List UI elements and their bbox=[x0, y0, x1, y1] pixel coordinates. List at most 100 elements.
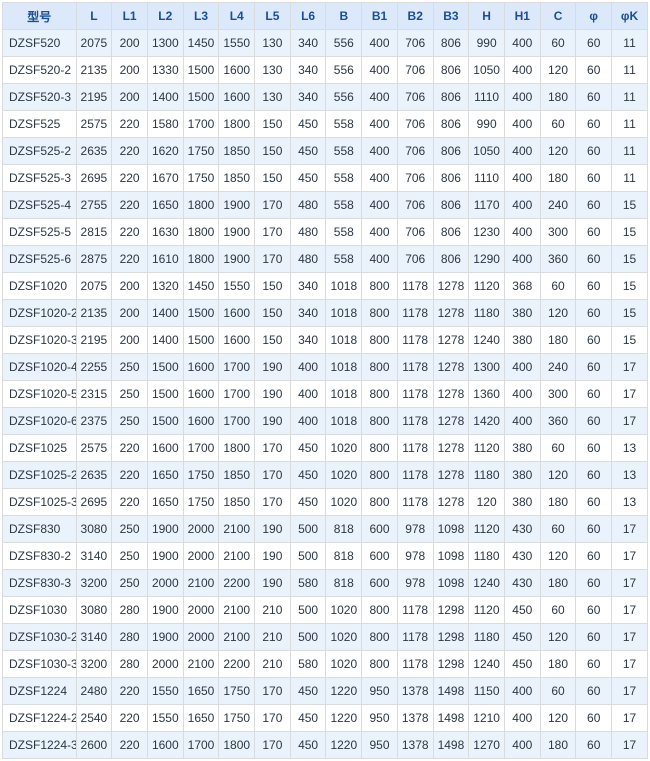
value-cell: 2480 bbox=[76, 678, 112, 705]
value-cell: 220 bbox=[112, 165, 148, 192]
column-header: φ bbox=[576, 3, 612, 30]
value-cell: 1120 bbox=[469, 273, 505, 300]
table-row: DZSF1020-3219520014001500160015034010188… bbox=[3, 327, 648, 354]
value-cell: 120 bbox=[540, 138, 576, 165]
value-cell: 60 bbox=[576, 57, 612, 84]
value-cell: 170 bbox=[255, 462, 291, 489]
table-row: DZSF1030-2314028019002000210021050010208… bbox=[3, 624, 648, 651]
value-cell: 1850 bbox=[219, 165, 255, 192]
value-cell: 1378 bbox=[397, 705, 433, 732]
value-cell: 1620 bbox=[147, 138, 183, 165]
value-cell: 480 bbox=[290, 192, 326, 219]
value-cell: 250 bbox=[112, 543, 148, 570]
value-cell: 1018 bbox=[326, 300, 362, 327]
value-cell: 1180 bbox=[469, 462, 505, 489]
value-cell: 340 bbox=[290, 300, 326, 327]
column-header: B bbox=[326, 3, 362, 30]
table-row: DZSF1030-3320028020002100220021058010208… bbox=[3, 651, 648, 678]
value-cell: 170 bbox=[255, 246, 291, 273]
value-cell: 170 bbox=[255, 489, 291, 516]
value-cell: 15 bbox=[612, 327, 648, 354]
value-cell: 1600 bbox=[183, 354, 219, 381]
value-cell: 1800 bbox=[183, 219, 219, 246]
value-cell: 1850 bbox=[219, 462, 255, 489]
value-cell: 220 bbox=[112, 705, 148, 732]
value-cell: 60 bbox=[576, 381, 612, 408]
model-cell: DZSF525-2 bbox=[3, 138, 77, 165]
value-cell: 580 bbox=[290, 651, 326, 678]
value-cell: 806 bbox=[433, 84, 469, 111]
value-cell: 990 bbox=[469, 30, 505, 57]
value-cell: 706 bbox=[397, 138, 433, 165]
value-cell: 17 bbox=[612, 516, 648, 543]
specifications-table: 型号LL1L2L3L4L5L6BB1B2B3HH1CφφK DZSF520207… bbox=[2, 2, 648, 759]
value-cell: 1278 bbox=[433, 300, 469, 327]
table-row: DZSF1224-2254022015501650175017045012209… bbox=[3, 705, 648, 732]
value-cell: 60 bbox=[576, 327, 612, 354]
table-row: DZSF525-62875220161018001900170480558400… bbox=[3, 246, 648, 273]
value-cell: 1018 bbox=[326, 273, 362, 300]
value-cell: 1018 bbox=[326, 354, 362, 381]
value-cell: 400 bbox=[362, 30, 398, 57]
value-cell: 60 bbox=[540, 273, 576, 300]
value-cell: 1020 bbox=[326, 462, 362, 489]
value-cell: 15 bbox=[612, 219, 648, 246]
value-cell: 1230 bbox=[469, 219, 505, 246]
value-cell: 450 bbox=[290, 111, 326, 138]
value-cell: 800 bbox=[362, 489, 398, 516]
value-cell: 1178 bbox=[397, 300, 433, 327]
value-cell: 17 bbox=[612, 354, 648, 381]
value-cell: 1278 bbox=[433, 327, 469, 354]
value-cell: 1210 bbox=[469, 705, 505, 732]
value-cell: 1500 bbox=[147, 354, 183, 381]
value-cell: 450 bbox=[504, 597, 540, 624]
value-cell: 17 bbox=[612, 651, 648, 678]
model-cell: DZSF1224-2 bbox=[3, 705, 77, 732]
value-cell: 2075 bbox=[76, 273, 112, 300]
value-cell: 800 bbox=[362, 462, 398, 489]
value-cell: 1240 bbox=[469, 327, 505, 354]
value-cell: 210 bbox=[255, 651, 291, 678]
value-cell: 150 bbox=[255, 327, 291, 354]
model-cell: DZSF1020-6 bbox=[3, 408, 77, 435]
value-cell: 430 bbox=[504, 570, 540, 597]
value-cell: 1110 bbox=[469, 84, 505, 111]
value-cell: 2000 bbox=[183, 624, 219, 651]
value-cell: 1900 bbox=[147, 543, 183, 570]
value-cell: 1550 bbox=[219, 30, 255, 57]
value-cell: 400 bbox=[290, 408, 326, 435]
value-cell: 1630 bbox=[147, 219, 183, 246]
value-cell: 450 bbox=[290, 435, 326, 462]
value-cell: 706 bbox=[397, 30, 433, 57]
value-cell: 1018 bbox=[326, 327, 362, 354]
value-cell: 380 bbox=[504, 327, 540, 354]
value-cell: 1120 bbox=[469, 597, 505, 624]
model-cell: DZSF830-2 bbox=[3, 543, 77, 570]
value-cell: 1240 bbox=[469, 570, 505, 597]
value-cell: 1178 bbox=[397, 624, 433, 651]
value-cell: 60 bbox=[576, 84, 612, 111]
value-cell: 1050 bbox=[469, 138, 505, 165]
value-cell: 3200 bbox=[76, 651, 112, 678]
value-cell: 800 bbox=[362, 651, 398, 678]
value-cell: 400 bbox=[362, 138, 398, 165]
value-cell: 170 bbox=[255, 192, 291, 219]
value-cell: 150 bbox=[255, 111, 291, 138]
table-row: DZSF102525752201600170018001704501020800… bbox=[3, 435, 648, 462]
value-cell: 1278 bbox=[433, 435, 469, 462]
value-cell: 2575 bbox=[76, 435, 112, 462]
value-cell: 500 bbox=[290, 624, 326, 651]
table-row: DZSF520207520013001450155013034055640070… bbox=[3, 30, 648, 57]
value-cell: 180 bbox=[540, 327, 576, 354]
column-header: B3 bbox=[433, 3, 469, 30]
value-cell: 60 bbox=[540, 597, 576, 624]
value-cell: 706 bbox=[397, 165, 433, 192]
value-cell: 430 bbox=[504, 516, 540, 543]
model-cell: DZSF1025 bbox=[3, 435, 77, 462]
value-cell: 2135 bbox=[76, 300, 112, 327]
value-cell: 340 bbox=[290, 57, 326, 84]
column-header: L2 bbox=[147, 3, 183, 30]
value-cell: 1700 bbox=[219, 354, 255, 381]
table-row: DZSF1020-6237525015001600170019040010188… bbox=[3, 408, 648, 435]
value-cell: 120 bbox=[540, 57, 576, 84]
